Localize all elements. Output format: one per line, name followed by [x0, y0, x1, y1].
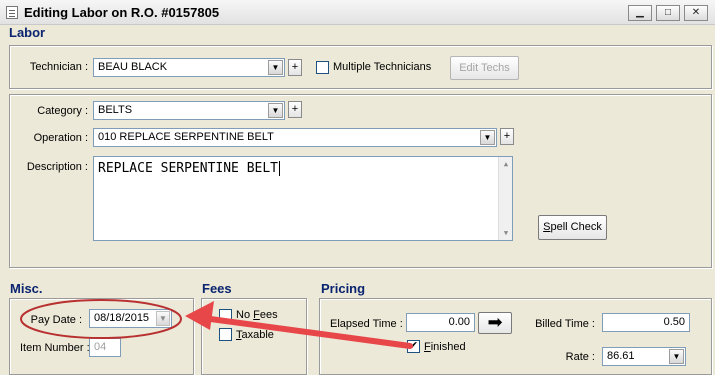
highlight-oval [20, 299, 182, 339]
annotation-arrow-head [185, 301, 214, 330]
annotation-arrow-shaft [200, 315, 413, 349]
annotation-overlay [20, 299, 413, 349]
